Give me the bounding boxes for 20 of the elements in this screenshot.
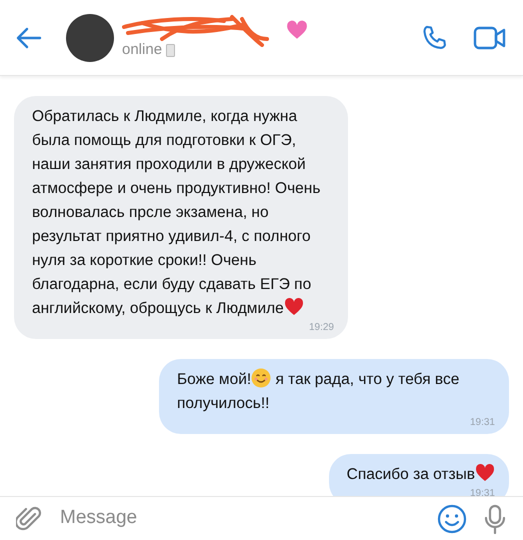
video-camera-icon[interactable] — [473, 24, 507, 50]
heart-icon — [286, 20, 308, 40]
message-time: 19:29 — [308, 322, 334, 333]
message-text: Боже мой! я так рада, что у тебя все получилось!! — [177, 368, 495, 416]
message-text: Обратилась к Людмиле, когда нужна была помощь для подготовки к ОГЭ, наши занятия проходили в дружеской атмосфере и очень продуктивно! Очень волновалась прсле экзамена, но результат приятно удивил-4, с полного нуля за короткие сроки!! Очень благодарна, если буду сдавать ЕГЭ по английскому, оброщусь к Людмиле — [32, 107, 322, 319]
paperclip-icon[interactable] — [16, 504, 42, 532]
message-time: 19:31 — [468, 488, 495, 496]
smiley-icon — [251, 368, 272, 388]
microphone-icon[interactable] — [483, 504, 507, 534]
phone-device-icon — [166, 44, 176, 57]
message-time: 19:31 — [468, 417, 495, 428]
message-input-field[interactable]: Message — [58, 503, 421, 534]
smiley-icon[interactable] — [437, 504, 467, 534]
heart-icon — [284, 297, 304, 317]
phone-icon[interactable] — [421, 24, 449, 52]
online-status: online — [122, 40, 162, 60]
avatar-photo-placeholder — [66, 14, 114, 62]
message-text: Спасибо за отзыв — [346, 463, 495, 487]
heart-icon — [475, 463, 495, 483]
back-arrow-icon[interactable] — [16, 26, 42, 48]
